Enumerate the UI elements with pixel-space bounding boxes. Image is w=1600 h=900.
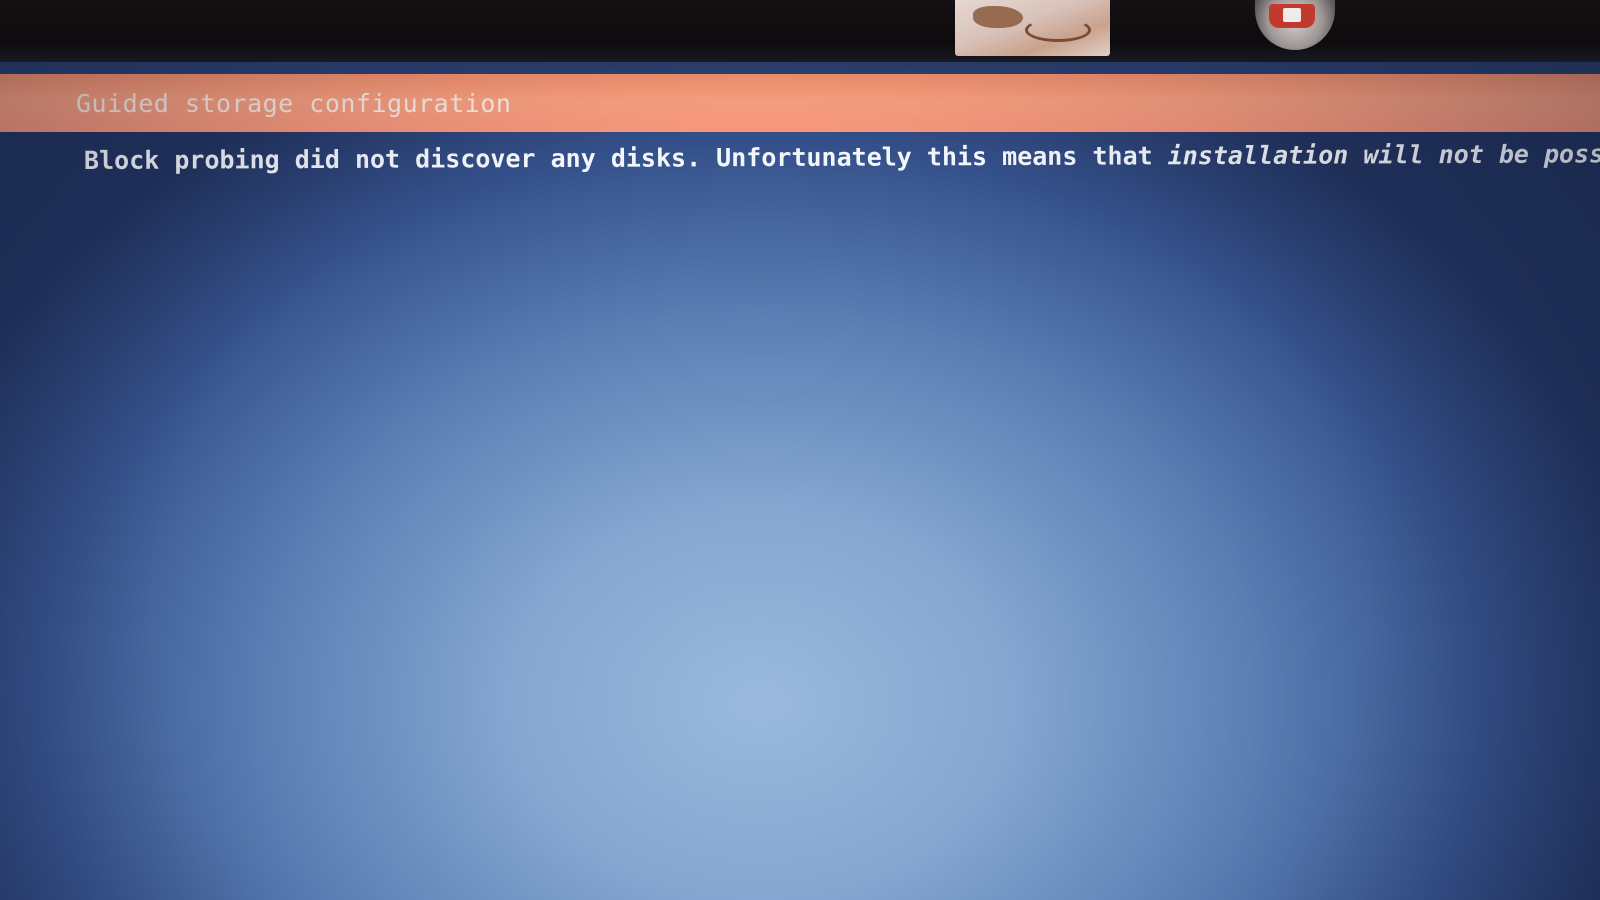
monitor-bezel — [0, 0, 1600, 62]
error-message-text: Block probing did not discover any disks… — [83, 141, 1168, 175]
page-title: Guided storage configuration — [76, 88, 512, 118]
sticker-image — [1255, 0, 1335, 50]
error-message: Block probing did not discover any disks… — [83, 139, 1600, 175]
screen-glare — [0, 62, 1600, 900]
screen-top-edge — [0, 62, 1600, 74]
sticker-shape — [1025, 18, 1091, 42]
photo-frame: Guided storage configuration Block probi… — [0, 0, 1600, 900]
error-message-emphasis: installation will not be possible. — [1167, 139, 1600, 171]
sticker-shape — [1283, 8, 1301, 22]
sticker-image — [955, 0, 1110, 56]
title-bar: Guided storage configuration — [0, 74, 1600, 132]
installer-screen: Guided storage configuration Block probi… — [0, 62, 1600, 900]
sticker-shape — [973, 6, 1023, 28]
